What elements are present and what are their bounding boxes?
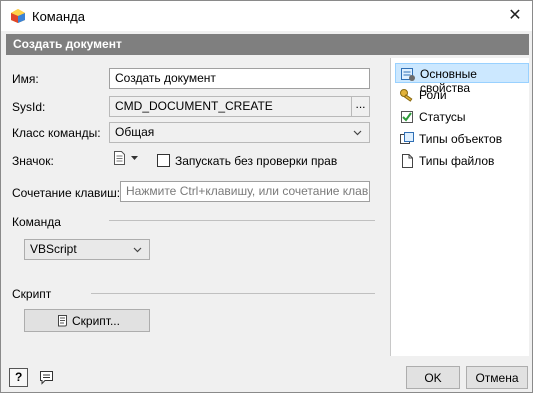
name-label: Имя: xyxy=(12,72,39,86)
dropdown-arrow-icon xyxy=(131,156,138,160)
nav-item-main-properties[interactable]: Основные свойства xyxy=(395,63,529,95)
section-nav: Основные свойства Роли Статусы Типы объе… xyxy=(390,58,529,356)
name-field[interactable]: Создать документ xyxy=(109,68,370,89)
ok-button[interactable]: OK xyxy=(406,366,460,389)
status-icon xyxy=(401,111,413,123)
run-without-rights-checkbox[interactable] xyxy=(157,154,170,167)
close-button[interactable]: ✕ xyxy=(498,1,532,31)
icon-label: Значок: xyxy=(12,154,54,168)
key-icon xyxy=(400,89,413,102)
comment-icon xyxy=(40,371,53,385)
sysid-browse-button[interactable]: ... xyxy=(351,97,369,116)
sysid-label: SysId: xyxy=(12,100,46,114)
command-dialog: Команда ✕ Создать документ Имя: Создать … xyxy=(0,0,533,393)
icon-picker[interactable] xyxy=(112,150,140,168)
shortcut-field[interactable]: Нажмите Ctrl+клавишу, или сочетание клав… xyxy=(120,181,370,202)
nav-label: Типы файлов xyxy=(419,154,495,168)
title-bar: Команда ✕ xyxy=(1,1,532,31)
class-label: Класс команды: xyxy=(12,126,101,140)
script-section-title: Скрипт xyxy=(12,287,52,301)
script-section-divider xyxy=(91,293,375,294)
page-title: Создать документ xyxy=(6,34,529,55)
nav-item-statuses[interactable]: Статусы xyxy=(395,107,529,127)
language-value: VBScript xyxy=(30,242,77,256)
shortcut-label: Сочетание клавиш: xyxy=(12,186,121,200)
sysid-field[interactable]: CMD_DOCUMENT_CREATE ... xyxy=(109,96,370,117)
cancel-button[interactable]: Отмена xyxy=(466,366,528,389)
nav-label: Роли xyxy=(419,88,447,102)
command-section-divider xyxy=(109,220,375,221)
object-types-icon xyxy=(400,132,414,144)
window-title: Команда xyxy=(32,9,85,24)
app-logo-icon xyxy=(11,9,25,23)
nav-item-roles[interactable]: Роли xyxy=(395,85,529,105)
class-value: Общая xyxy=(115,125,155,139)
help-icon: ? xyxy=(15,370,23,384)
help-button[interactable]: ? xyxy=(9,368,28,387)
nav-label: Статусы xyxy=(419,110,466,124)
document-icon xyxy=(114,151,125,165)
chevron-down-icon xyxy=(353,130,362,136)
dialog-footer: ? OK Отмена xyxy=(1,359,532,393)
properties-form: Имя: Создать документ SysId: CMD_DOCUMEN… xyxy=(6,58,388,356)
nav-label: Типы объектов xyxy=(419,132,503,146)
script-button-label: Скрипт... xyxy=(72,314,120,328)
properties-icon xyxy=(401,68,415,81)
comment-button[interactable] xyxy=(37,368,56,387)
script-button[interactable]: Скрипт... xyxy=(24,309,150,332)
run-without-rights-label: Запускать без проверки прав xyxy=(175,154,338,168)
nav-item-file-types[interactable]: Типы файлов xyxy=(395,151,529,171)
file-types-icon xyxy=(402,154,413,168)
language-select[interactable]: VBScript xyxy=(24,239,150,260)
sysid-value: CMD_DOCUMENT_CREATE xyxy=(115,99,273,113)
command-section-title: Команда xyxy=(12,215,61,229)
script-icon xyxy=(58,315,67,327)
class-select[interactable]: Общая xyxy=(109,122,370,143)
chevron-down-icon xyxy=(133,247,142,253)
nav-item-object-types[interactable]: Типы объектов xyxy=(395,129,529,149)
close-icon: ✕ xyxy=(508,7,522,24)
